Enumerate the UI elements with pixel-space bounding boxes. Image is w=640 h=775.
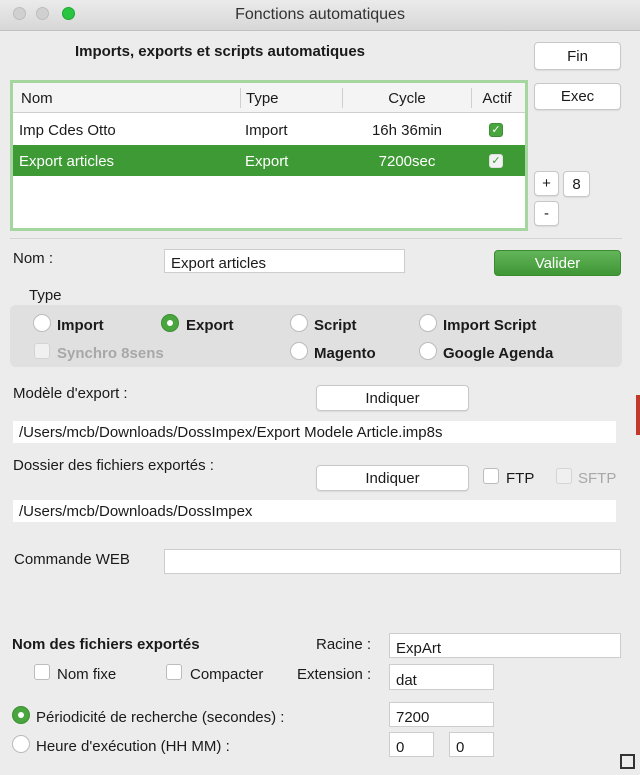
extension-label: Extension : xyxy=(297,666,372,683)
type-export-radio[interactable] xyxy=(161,314,179,332)
nom-input[interactable]: Export articles xyxy=(164,249,405,273)
exported-names-title: Nom des fichiers exportés xyxy=(12,636,200,653)
hour-radio[interactable] xyxy=(12,735,30,753)
type-import-script-radio[interactable] xyxy=(419,314,437,332)
minute-input[interactable]: 0 xyxy=(449,732,494,757)
resize-grip-icon[interactable] xyxy=(620,754,635,769)
column-header-nom[interactable]: Nom xyxy=(21,90,53,107)
type-export-label: Export xyxy=(186,317,234,334)
title-bar: Fonctions automatiques xyxy=(0,0,640,31)
compacter-checkbox[interactable] xyxy=(166,664,182,680)
column-separator xyxy=(240,88,241,108)
row-cycle: 7200sec xyxy=(378,153,436,170)
type-import-label: Import xyxy=(57,317,104,334)
export-model-label: Modèle d'export : xyxy=(13,385,128,402)
sftp-checkbox[interactable] xyxy=(556,468,572,484)
synchro-checkbox[interactable] xyxy=(34,343,50,359)
ftp-checkbox[interactable] xyxy=(483,468,499,484)
hour-input[interactable]: 0 xyxy=(389,732,434,757)
add-button[interactable]: + xyxy=(534,171,559,196)
row-nom: Export articles xyxy=(19,153,115,170)
window-title: Fonctions automatiques xyxy=(235,6,405,23)
fin-button[interactable]: Fin xyxy=(534,42,621,70)
section-title: Imports, exports et scripts automatiques xyxy=(74,43,366,60)
radio-selected-dot xyxy=(18,712,24,718)
table-header: Nom Type Cycle Actif xyxy=(13,83,525,113)
export-model-path: /Users/mcb/Downloads/DossImpex/Export Mo… xyxy=(13,421,616,443)
type-google-agenda-label: Google Agenda xyxy=(443,345,554,362)
type-magento-label: Magento xyxy=(314,345,376,362)
periodicity-radio[interactable] xyxy=(12,706,30,724)
row-nom: Imp Cdes Otto xyxy=(19,122,116,139)
table-row[interactable]: Imp Cdes Otto Import 16h 36min ✓ xyxy=(13,114,525,145)
nom-fixe-label: Nom fixe xyxy=(57,666,117,683)
column-header-cycle[interactable]: Cycle xyxy=(343,90,471,107)
web-command-label: Commande WEB xyxy=(14,551,130,568)
type-google-agenda-radio[interactable] xyxy=(419,342,437,360)
exec-button[interactable]: Exec xyxy=(534,83,621,110)
web-command-input[interactable] xyxy=(164,549,621,574)
count-field: 8 xyxy=(563,171,590,197)
type-script-radio[interactable] xyxy=(290,314,308,332)
ftp-label: FTP xyxy=(506,470,535,487)
export-folder-path: /Users/mcb/Downloads/DossImpex xyxy=(13,500,616,522)
radio-selected-dot xyxy=(167,320,173,326)
type-script-label: Script xyxy=(314,317,357,334)
valider-button[interactable]: Valider xyxy=(494,250,621,276)
hour-label: Heure d'exécution (HH MM) : xyxy=(36,738,230,755)
automation-table[interactable]: Nom Type Cycle Actif Imp Cdes Otto Impor… xyxy=(10,80,528,231)
row-type: Import xyxy=(245,122,288,139)
type-import-radio[interactable] xyxy=(33,314,51,332)
export-folder-label: Dossier des fichiers exportés : xyxy=(13,457,214,474)
nom-fixe-checkbox[interactable] xyxy=(34,664,50,680)
type-magento-radio[interactable] xyxy=(290,342,308,360)
type-import-script-label: Import Script xyxy=(443,317,537,334)
export-model-indiquer-button[interactable]: Indiquer xyxy=(316,385,469,411)
export-folder-indiquer-button[interactable]: Indiquer xyxy=(316,465,469,491)
sftp-label: SFTP xyxy=(578,470,617,487)
periodicity-label: Périodicité de recherche (secondes) : xyxy=(36,709,285,726)
remove-button[interactable]: - xyxy=(534,201,559,226)
table-row-selected[interactable]: Export articles Export 7200sec ✓ xyxy=(13,145,525,176)
racine-input[interactable]: ExpArt xyxy=(389,633,621,658)
row-type: Export xyxy=(245,153,289,170)
column-header-actif[interactable]: Actif xyxy=(472,90,522,107)
racine-label: Racine : xyxy=(316,636,372,653)
row-actif-checkbox[interactable]: ✓ xyxy=(489,123,503,137)
periodicity-input[interactable]: 7200 xyxy=(389,702,494,727)
row-cycle: 16h 36min xyxy=(371,122,443,139)
divider xyxy=(10,238,622,239)
type-label: Type xyxy=(29,287,62,304)
edge-marker xyxy=(636,395,640,435)
compacter-label: Compacter xyxy=(190,666,264,683)
column-header-type[interactable]: Type xyxy=(246,90,279,107)
synchro-label: Synchro 8sens xyxy=(57,345,164,362)
row-actif-checkbox[interactable]: ✓ xyxy=(489,154,503,168)
nom-label: Nom : xyxy=(13,250,54,267)
extension-input[interactable]: dat xyxy=(389,664,494,690)
